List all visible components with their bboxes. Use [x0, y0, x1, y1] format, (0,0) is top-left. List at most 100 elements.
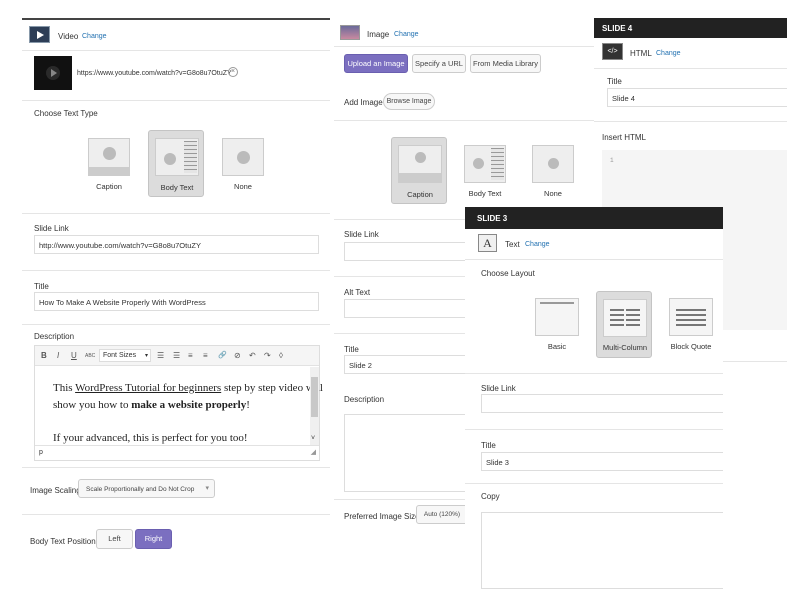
tab-specify-url[interactable]: Specify a URL — [412, 54, 466, 73]
flower-icon — [548, 158, 559, 169]
clear-formatting-icon[interactable]: ◊ — [279, 351, 283, 360]
tutorial-link[interactable]: WordPress Tutorial for beginners — [75, 382, 221, 394]
body-text-position-label: Body Text Position — [30, 537, 96, 546]
image-scaling-select[interactable]: Scale Proportionally and Do Not Crop ▾ — [78, 479, 215, 498]
tab-upload-image[interactable]: Upload an Image — [344, 54, 408, 73]
remove-video-icon[interactable]: × — [228, 67, 238, 77]
align-right-icon[interactable]: ≡ — [203, 351, 208, 360]
title-input[interactable]: How To Make A Website Properly With Word… — [34, 292, 319, 311]
scroll-down-icon: ˅ — [311, 435, 316, 442]
slide-link-label: Slide Link — [344, 230, 379, 239]
resize-handle-icon[interactable]: ◢ — [311, 448, 316, 456]
redo-icon[interactable]: ↷ — [264, 351, 271, 360]
title-label: Title — [481, 441, 496, 450]
multi-column-label: Multi-Column — [602, 343, 648, 352]
image-scaling-value: Scale Proportionally and Do Not Crop — [86, 486, 195, 493]
slide-link-label: Slide Link — [34, 224, 69, 233]
slide-type-label: Video — [58, 32, 79, 41]
slide-type-label: HTML — [630, 49, 652, 58]
layout-basic-option[interactable]: Basic — [531, 293, 583, 353]
slide-3-panel: SLIDE 3 A Text Change Choose Layout Basi… — [465, 207, 723, 600]
copy-textarea[interactable] — [481, 512, 723, 589]
slide-3-header: SLIDE 3 — [465, 207, 723, 229]
underline-button[interactable]: U — [71, 351, 77, 360]
position-right-button[interactable]: Right — [135, 529, 172, 549]
unlink-icon[interactable]: ⊘ — [234, 351, 241, 360]
dropdown-arrow-icon: ▾ — [205, 485, 209, 492]
slide-type-label: Image — [367, 30, 390, 39]
slide-link-input[interactable]: http://www.youtube.com/watch?v=G8o8u7Otu… — [34, 235, 319, 254]
caption-label: Caption — [407, 190, 433, 199]
link-icon[interactable]: 🔗 — [218, 351, 227, 359]
description-editor[interactable]: B I U ABC Font Sizes ▾ ☰ ☰ ≡ ≡ 🔗 ⊘ ↶ ↷ ◊… — [34, 345, 323, 461]
video-slide-panel: Video Change https://www.youtube.com/wat… — [0, 0, 330, 600]
image-scaling-label: Image Scaling — [30, 486, 81, 495]
editor-toolbar: B I U ABC Font Sizes ▾ ☰ ☰ ≡ ≡ 🔗 ⊘ ↶ ↷ ◊ — [35, 346, 319, 366]
body-text-thumbnail — [155, 138, 199, 176]
block-quote-label: Block Quote — [670, 342, 712, 351]
align-left-icon[interactable]: ≡ — [188, 351, 193, 360]
title-input[interactable]: Slide 4 — [607, 88, 787, 107]
slide-link-label: Slide Link — [481, 384, 516, 393]
editor-line-2: show you how to make a website properly! — [53, 399, 250, 411]
slide-link-input[interactable] — [481, 394, 723, 413]
bullet-list-icon[interactable]: ☰ — [157, 351, 164, 360]
multi-column-layout-thumbnail — [603, 299, 647, 337]
video-url-text: https://www.youtube.com/watch?v=G8o8u7Ot… — [77, 70, 232, 77]
text-type-body-text-option[interactable]: Body Text — [148, 130, 204, 197]
video-type-icon — [29, 26, 50, 43]
caption-label: Caption — [96, 182, 122, 191]
play-circle-icon — [103, 147, 116, 160]
play-icon — [46, 66, 60, 80]
strikethrough-button[interactable]: ABC — [85, 353, 95, 359]
image-type-icon — [340, 25, 360, 40]
element-path: p — [39, 449, 43, 456]
html-type-icon: </> — [602, 43, 623, 60]
slide-4-header: SLIDE 4 — [594, 18, 787, 38]
change-type-link[interactable]: Change — [394, 31, 419, 38]
none-label: None — [234, 182, 252, 191]
line-number: 1 — [610, 157, 614, 164]
body-text-label: Body Text — [468, 189, 502, 198]
title-label: Title — [607, 77, 622, 86]
editor-line-1: This WordPress Tutorial for beginners st… — [53, 382, 323, 394]
preferred-image-size-label: Preferred Image Size — [344, 512, 420, 521]
numbered-list-icon[interactable]: ☰ — [173, 351, 180, 360]
copy-label: Copy — [481, 492, 500, 501]
text-type-icon: A — [478, 234, 497, 252]
preferred-image-size-select[interactable]: Auto (120%) — [416, 505, 468, 524]
change-type-link[interactable]: Change — [525, 241, 550, 248]
text-type-none-option[interactable]: None — [218, 134, 268, 194]
layout-multi-column-option[interactable]: Multi-Column — [596, 291, 652, 358]
layout-block-quote-option[interactable]: Block Quote — [665, 293, 717, 353]
bold-button[interactable]: B — [41, 351, 47, 360]
change-type-link[interactable]: Change — [82, 33, 107, 40]
slide-type-label: Text — [505, 240, 520, 249]
caption-thumbnail — [88, 138, 130, 176]
text-type-body-text-option[interactable]: Body Text — [460, 141, 510, 201]
font-sizes-select[interactable]: Font Sizes ▾ — [99, 349, 151, 362]
description-label: Description — [34, 332, 75, 341]
panel-top-border — [22, 18, 330, 20]
tab-media-library[interactable]: From Media Library — [470, 54, 541, 73]
editor-scrollbar[interactable]: ˅ — [310, 367, 319, 445]
add-image-label: Add Image — [344, 98, 383, 107]
browse-image-button[interactable]: Browse Image — [383, 93, 435, 110]
basic-layout-thumbnail — [535, 298, 579, 336]
body-text-label: Body Text — [160, 183, 194, 192]
none-label: None — [544, 189, 562, 198]
basic-label: Basic — [547, 342, 567, 351]
title-label: Title — [34, 282, 49, 291]
title-input[interactable]: Slide 3 — [481, 452, 723, 471]
body-text-thumbnail — [464, 145, 506, 183]
undo-icon[interactable]: ↶ — [249, 351, 256, 360]
choose-layout-label: Choose Layout — [481, 269, 535, 278]
change-type-link[interactable]: Change — [656, 50, 681, 57]
italic-button[interactable]: I — [57, 351, 59, 360]
flower-icon — [473, 158, 484, 169]
text-type-caption-option[interactable]: Caption — [84, 134, 134, 194]
editor-content[interactable]: This WordPress Tutorial for beginners st… — [53, 380, 323, 447]
text-type-none-option[interactable]: None — [528, 141, 578, 201]
position-left-button[interactable]: Left — [96, 529, 133, 549]
text-type-caption-option[interactable]: Caption — [391, 137, 447, 204]
